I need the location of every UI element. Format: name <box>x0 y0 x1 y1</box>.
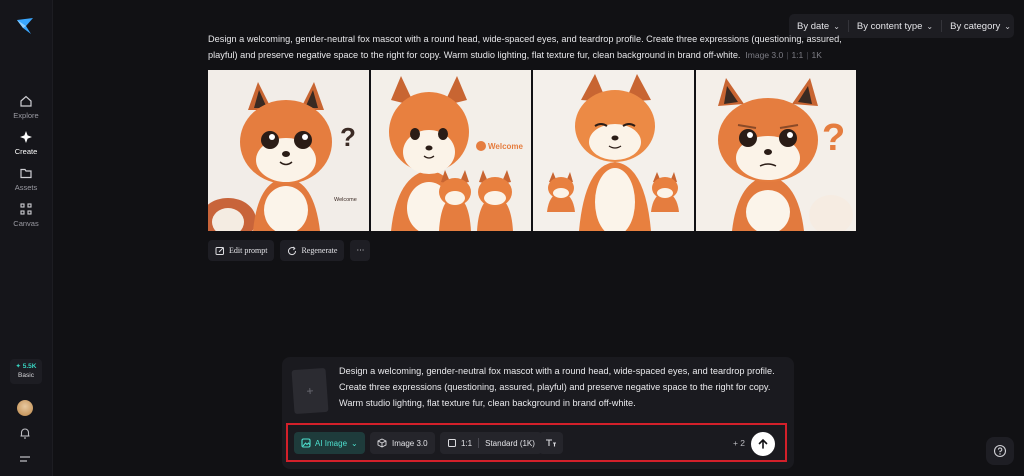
size-selector[interactable]: 1:1 Standard (1K) <box>440 432 542 454</box>
model-selector[interactable]: Image 3.0 <box>370 432 435 454</box>
refresh-icon <box>288 246 297 255</box>
edit-prompt-label: Edit prompt <box>229 246 268 255</box>
nav-explore[interactable]: Explore <box>0 94 52 120</box>
meta-resolution: 1K <box>811 50 822 60</box>
mode-label: AI Image <box>315 438 348 448</box>
mode-selector[interactable]: AI Image ⌄ <box>294 432 365 454</box>
logo-icon[interactable] <box>15 16 35 36</box>
regenerate-label: Regenerate <box>301 246 338 255</box>
nav-assets[interactable]: Assets <box>0 166 52 192</box>
prompt-composer: + Design a welcoming, gender-neutral fox… <box>282 357 794 469</box>
canvas-icon <box>20 203 32 215</box>
credits-badge[interactable]: ✦ 5.5K Basic <box>10 359 42 384</box>
help-icon <box>993 444 1007 458</box>
image-mode-icon <box>301 438 311 448</box>
generated-image-3[interactable] <box>533 70 694 231</box>
avatar[interactable] <box>17 400 33 416</box>
nav-explore-label: Explore <box>13 111 39 120</box>
filter-by-category-label: By category <box>950 20 1001 32</box>
nav-canvas[interactable]: Canvas <box>0 202 52 228</box>
chevron-down-icon: ⌄ <box>1004 21 1011 31</box>
plus-icon: + <box>306 383 314 399</box>
filter-by-date-label: By date <box>797 20 830 32</box>
aspect-ratio-icon <box>448 439 456 447</box>
filter-by-content-type[interactable]: By content type ⌄ <box>847 20 941 32</box>
generated-image-2[interactable]: Welcome <box>370 70 531 231</box>
image-grid: ? Welcome Welcome ? <box>208 70 856 231</box>
nav-create-label: Create <box>14 147 38 156</box>
question-mark-4: ? <box>822 117 845 159</box>
edit-prompt-button[interactable]: Edit prompt <box>208 240 275 261</box>
model-label: Image 3.0 <box>392 438 428 448</box>
image-count[interactable]: + 2 <box>733 438 745 448</box>
nav-create[interactable]: Create <box>0 130 52 156</box>
add-reference-image-button[interactable]: + <box>291 367 329 415</box>
generated-image-1[interactable]: ? Welcome <box>208 70 369 231</box>
help-button[interactable] <box>986 437 1014 465</box>
send-button[interactable] <box>751 432 775 456</box>
home-icon <box>20 95 32 107</box>
generation-meta: Image 3.0 | 1:1 | 1K <box>745 50 822 60</box>
generated-image-4[interactable]: ? <box>695 70 856 231</box>
chevron-down-icon: ⌄ <box>351 438 358 448</box>
menu-icon[interactable] <box>18 453 32 465</box>
generation-prompt: Design a welcoming, gender-neutral fox m… <box>208 31 853 63</box>
edit-icon <box>215 246 224 255</box>
credits-amount: ✦ 5.5K <box>15 363 37 370</box>
welcome-caption-1: Welcome <box>334 197 357 203</box>
chevron-down-icon: ⌄ <box>833 21 840 31</box>
quality-label: Standard (1K) <box>485 438 535 448</box>
divider <box>478 438 480 448</box>
prompt-input[interactable]: Design a welcoming, gender-neutral fox m… <box>339 363 784 411</box>
meta-ratio: 1:1 <box>791 50 804 60</box>
result-actions: Edit prompt Regenerate ··· <box>208 240 371 261</box>
nav-assets-label: Assets <box>14 183 38 192</box>
question-mark-1: ? <box>340 122 356 152</box>
sparkle-icon <box>20 131 32 143</box>
filter-by-category[interactable]: By category ⌄ <box>941 20 1019 32</box>
text-style-button[interactable] <box>539 432 563 454</box>
chevron-down-icon: ⌄ <box>926 21 934 31</box>
plan-label: Basic <box>18 372 34 379</box>
meta-model: Image 3.0 <box>745 50 784 60</box>
arrow-up-icon <box>758 438 768 449</box>
more-options-button[interactable]: ··· <box>350 240 371 261</box>
text-format-icon <box>546 439 556 447</box>
bell-icon[interactable] <box>18 426 32 440</box>
filter-by-content-type-label: By content type <box>856 20 923 32</box>
regenerate-button[interactable]: Regenerate <box>280 240 345 261</box>
ratio-label: 1:1 <box>461 438 473 448</box>
welcome-badge-2: Welcome <box>488 142 524 151</box>
composer-toolbar: AI Image ⌄ Image 3.0 1:1 Standard (1K) +… <box>286 423 787 462</box>
folder-icon <box>20 168 32 179</box>
more-dots-icon: ··· <box>356 246 365 255</box>
sidebar: Explore Create Assets Canvas ✦ 5.5K Basi… <box>0 0 53 476</box>
cube-icon <box>377 438 387 448</box>
nav-canvas-label: Canvas <box>13 219 39 228</box>
